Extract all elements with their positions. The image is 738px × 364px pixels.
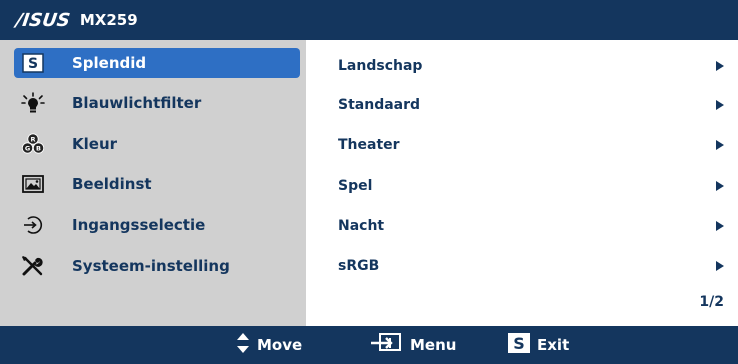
arrow-right-icon	[716, 181, 724, 191]
arrow-right-icon	[716, 61, 724, 71]
bulb-icon	[20, 92, 46, 114]
menu-item-label: Splendid	[72, 54, 147, 72]
arrow-right-icon	[716, 221, 724, 231]
sub-item-spel[interactable]: Spel	[338, 172, 728, 200]
sub-item-landschap[interactable]: Landschap	[338, 52, 728, 80]
input-icon	[20, 214, 46, 236]
svg-text:R: R	[30, 136, 35, 144]
sub-item-label: Standaard	[338, 97, 421, 113]
hint-menu[interactable]: Menu	[370, 326, 456, 364]
menu-item-systeem-instelling[interactable]: Systeem-instelling	[14, 251, 300, 281]
menu-item-blauwlichtfilter[interactable]: Blauwlichtfilter	[14, 88, 300, 118]
color-rgb-icon: R G B	[20, 133, 46, 155]
enter-icon	[370, 332, 404, 358]
hint-move[interactable]: Move	[235, 326, 302, 364]
menu-item-label: Systeem-instelling	[72, 257, 230, 275]
main-menu-panel: S Splendid Blauwlichtfilter R G B Kleur …	[0, 40, 306, 326]
model-name: MX259	[79, 11, 138, 29]
up-down-arrows-icon	[235, 331, 251, 359]
sub-item-label: Theater	[338, 137, 400, 153]
menu-item-label: Blauwlichtfilter	[72, 94, 202, 112]
hint-exit[interactable]: S Exit	[507, 326, 569, 364]
asus-logo: /ISUS	[14, 9, 72, 31]
menu-item-label: Ingangsselectie	[72, 216, 206, 234]
menu-item-ingangsselectie[interactable]: Ingangsselectie	[14, 210, 300, 240]
header-bar: /ISUS MX259	[0, 0, 738, 40]
menu-item-kleur[interactable]: R G B Kleur	[14, 129, 300, 159]
menu-item-beeldinst[interactable]: Beeldinst	[14, 169, 300, 199]
menu-item-splendid[interactable]: S Splendid	[14, 48, 300, 78]
svg-text:S: S	[513, 334, 525, 353]
arrow-right-icon	[716, 140, 724, 150]
sub-item-srgb[interactable]: sRGB	[338, 252, 728, 280]
sub-item-nacht[interactable]: Nacht	[338, 212, 728, 240]
brand: /ISUS MX259	[14, 9, 138, 31]
arrow-right-icon	[716, 261, 724, 271]
menu-item-label: Beeldinst	[72, 175, 152, 193]
sub-item-theater[interactable]: Theater	[338, 131, 728, 159]
sub-item-label: Nacht	[338, 218, 385, 234]
tools-icon	[20, 255, 46, 277]
page-indicator: 1/2	[699, 294, 724, 310]
svg-text:B: B	[36, 145, 41, 153]
splendid-s-icon: S	[20, 52, 46, 74]
footer-bar: Move Menu S Exit	[0, 326, 738, 364]
menu-item-label: Kleur	[72, 135, 118, 153]
image-icon	[20, 173, 46, 195]
svg-text:S: S	[28, 56, 38, 72]
splendid-exit-icon: S	[507, 332, 531, 358]
sub-item-standaard[interactable]: Standaard	[338, 91, 728, 119]
menu-label: Menu	[410, 336, 457, 354]
sub-item-label: sRGB	[338, 258, 380, 274]
sub-item-label: Spel	[338, 178, 373, 194]
sub-item-label: Landschap	[338, 58, 423, 74]
osd-menu: /ISUS MX259 S Splendid Blauwlichtfilter …	[0, 0, 738, 364]
arrow-right-icon	[716, 100, 724, 110]
exit-label: Exit	[537, 336, 570, 354]
svg-text:G: G	[25, 145, 30, 153]
sub-menu-panel: Landschap Standaard Theater Spel Nacht s…	[306, 40, 738, 326]
move-label: Move	[257, 336, 303, 354]
